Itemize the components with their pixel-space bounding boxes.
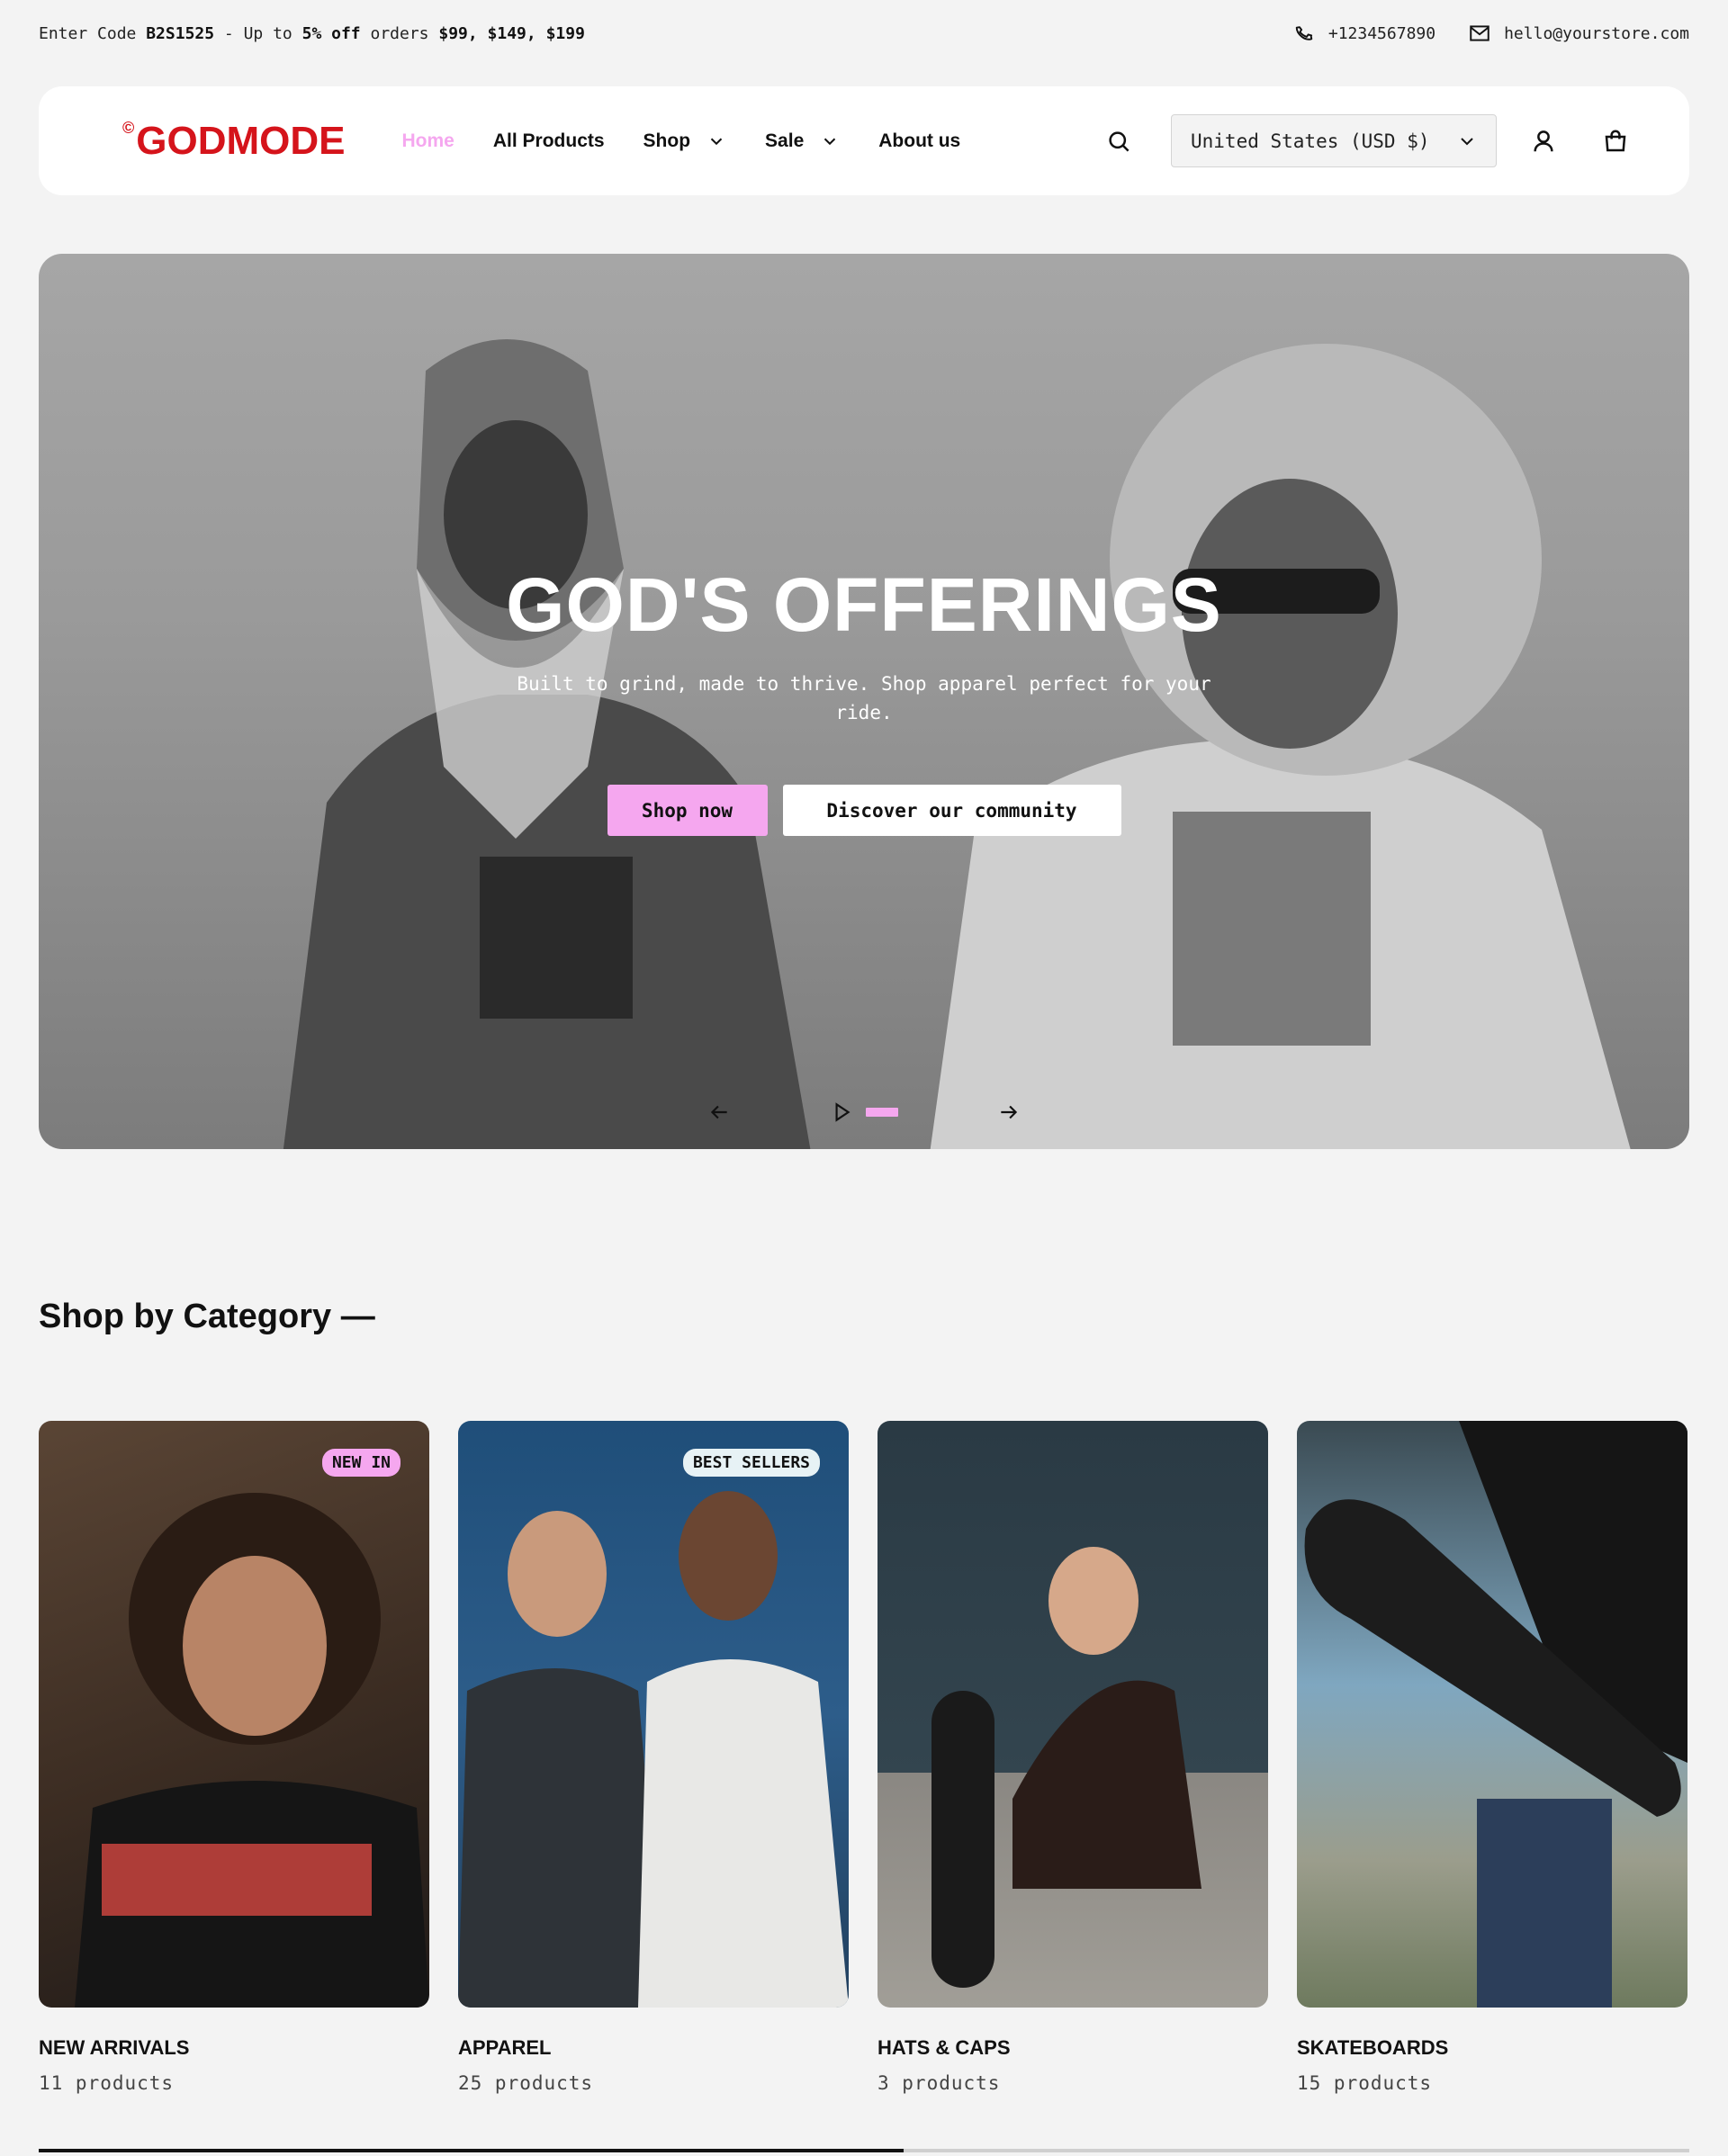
logo[interactable]: © GODMODE bbox=[122, 119, 346, 164]
category-card-new-arrivals[interactable]: NEW IN NEW ARRIVALS 11 products bbox=[39, 1421, 429, 2094]
hero-content: GOD'S OFFERINGS Built to grind, made to … bbox=[39, 254, 1689, 1149]
carousel-scrollbar-thumb[interactable] bbox=[39, 2149, 904, 2152]
arrow-left-icon bbox=[710, 1105, 727, 1119]
header-actions: United States (USD $) bbox=[1101, 114, 1634, 167]
cart-icon bbox=[1605, 130, 1626, 151]
nav-about[interactable]: About us bbox=[878, 130, 960, 152]
slideshow-controls bbox=[39, 1100, 1689, 1124]
hero-banner: GOD'S OFFERINGS Built to grind, made to … bbox=[39, 254, 1689, 1149]
category-badge: BEST SELLERS bbox=[682, 1449, 820, 1477]
email-address: hello@yourstore.com bbox=[1504, 23, 1689, 43]
play-button[interactable] bbox=[830, 1100, 853, 1124]
category-count: 3 products bbox=[878, 2072, 1001, 2094]
discover-community-button[interactable]: Discover our community bbox=[782, 785, 1121, 836]
category-photo bbox=[932, 1547, 1202, 1988]
category-photo bbox=[1304, 1421, 1688, 2008]
shop-now-button[interactable]: Shop now bbox=[607, 785, 768, 836]
nav-sale[interactable]: Sale bbox=[765, 130, 840, 152]
account-button[interactable] bbox=[1526, 123, 1562, 159]
chevron-down-icon bbox=[1461, 137, 1473, 145]
category-name: SKATEBOARDS bbox=[1297, 2036, 1449, 2059]
user-icon bbox=[1534, 130, 1553, 151]
logo-text: GODMODE bbox=[136, 118, 346, 163]
search-icon bbox=[1109, 130, 1130, 152]
slide-indicator[interactable] bbox=[853, 1108, 898, 1117]
section-title: Shop by Category — bbox=[39, 1298, 375, 1335]
promo-prefix: Enter Code bbox=[39, 23, 147, 43]
slide-dot-active bbox=[866, 1108, 898, 1117]
category-photo bbox=[75, 1493, 429, 2008]
search-button[interactable] bbox=[1101, 123, 1137, 159]
cart-button[interactable] bbox=[1598, 123, 1634, 159]
hero-title: GOD'S OFFERINGS bbox=[506, 562, 1222, 647]
category-count: 25 products bbox=[458, 2072, 594, 2094]
promo-suffix: orders bbox=[360, 23, 439, 43]
category-image: NEW IN bbox=[39, 1421, 429, 2008]
category-badge: NEW IN bbox=[321, 1449, 400, 1477]
chevron-down-icon bbox=[824, 138, 836, 145]
category-card-skateboards[interactable]: SKATEBOARDS 15 products bbox=[1297, 1421, 1688, 2094]
phone-link[interactable]: +1234567890 bbox=[1292, 22, 1436, 45]
nav-home[interactable]: Home bbox=[402, 130, 454, 152]
promo-discount: 5% off bbox=[302, 23, 361, 43]
category-photo bbox=[458, 1491, 849, 2008]
promo-code: B2S1525 bbox=[146, 23, 215, 43]
nav-shop-label: Shop bbox=[643, 130, 691, 151]
category-count: 11 products bbox=[39, 2072, 175, 2094]
contact-info: +1234567890 hello@yourstore.com bbox=[1292, 22, 1689, 45]
nav-shop[interactable]: Shop bbox=[644, 130, 727, 152]
category-image bbox=[878, 1421, 1268, 2008]
main-nav: Home All Products Shop Sale About us bbox=[402, 130, 961, 152]
hero-subtitle: Built to grind, made to thrive. Shop app… bbox=[517, 673, 1211, 723]
email-link[interactable]: hello@yourstore.com bbox=[1468, 22, 1689, 45]
carousel-scrollbar[interactable] bbox=[39, 2149, 1689, 2152]
hero-buttons: Shop now Discover our community bbox=[607, 785, 1121, 836]
next-slide-button[interactable] bbox=[997, 1100, 1021, 1124]
category-count: 15 products bbox=[1297, 2072, 1433, 2094]
category-image: BEST SELLERS bbox=[458, 1421, 849, 2008]
country-selector-value: United States (USD $) bbox=[1191, 130, 1430, 152]
play-icon bbox=[835, 1102, 850, 1122]
nav-sale-label: Sale bbox=[765, 130, 805, 151]
category-card-hats-caps[interactable]: HATS & CAPS 3 products bbox=[878, 1421, 1268, 2094]
category-name: APPAREL bbox=[458, 2036, 552, 2059]
chevron-down-icon bbox=[710, 138, 723, 145]
arrow-right-icon bbox=[1001, 1105, 1018, 1119]
promo-tiers: $99, $149, $199 bbox=[438, 23, 585, 43]
phone-number: +1234567890 bbox=[1328, 23, 1436, 43]
category-carousel: NEW IN NEW ARRIVALS 11 products BEST SEL… bbox=[39, 1421, 1689, 2094]
logo-mark: © bbox=[122, 118, 135, 137]
category-image bbox=[1297, 1421, 1688, 2008]
previous-slide-button[interactable] bbox=[707, 1100, 731, 1124]
category-name: HATS & CAPS bbox=[878, 2036, 1011, 2059]
mail-icon bbox=[1470, 25, 1490, 41]
announcement-bar: Enter Code B2S1525 - Up to 5% off orders… bbox=[0, 0, 1728, 67]
promo-text: Enter Code B2S1525 - Up to 5% off orders… bbox=[39, 24, 585, 43]
promo-middle: - Up to bbox=[214, 23, 302, 43]
country-selector[interactable]: United States (USD $) bbox=[1171, 114, 1497, 167]
phone-icon bbox=[1295, 26, 1313, 40]
site-header: © GODMODE Home All Products Shop Sale Ab… bbox=[39, 86, 1689, 195]
category-card-apparel[interactable]: BEST SELLERS APPAREL 25 products bbox=[458, 1421, 849, 2094]
category-name: NEW ARRIVALS bbox=[39, 2036, 190, 2059]
nav-all-products[interactable]: All Products bbox=[493, 130, 605, 152]
